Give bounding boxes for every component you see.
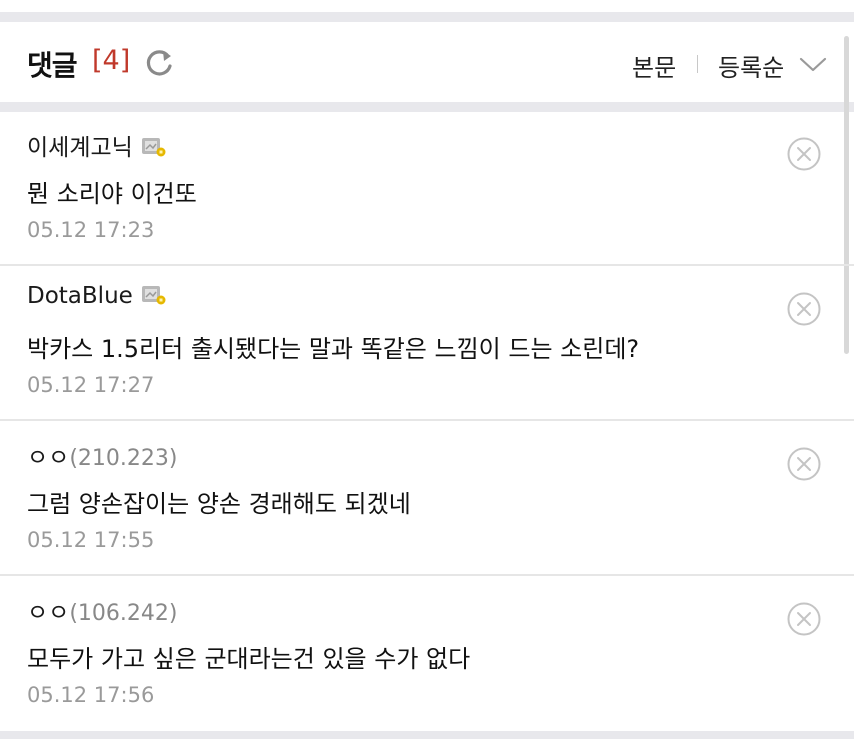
author-name: ㅇㅇ — [27, 445, 70, 471]
author-name: DotaBlue — [27, 283, 133, 309]
comment-header: 댓글 [4] 본문 등록순 — [0, 22, 854, 102]
comment-item: 이세계고닉 뭔 소리야 이건또 05.12 17:23 — [0, 112, 854, 266]
bottom-separator-band — [0, 731, 854, 739]
comment-author[interactable]: ㅇㅇ(106.242) — [27, 593, 177, 627]
comment-author[interactable]: 이세계고닉 — [27, 128, 167, 162]
comment-title: 댓글 — [27, 49, 78, 82]
comment-count: [4] — [92, 45, 131, 76]
delete-icon[interactable] — [786, 601, 822, 637]
refresh-icon[interactable] — [142, 46, 176, 80]
comment-item: DotaBlue 박카스 1.5리터 출시됐다는 말과 똑같은 느낌이 드는 소… — [0, 267, 854, 421]
comment-time: 05.12 17:23 — [27, 218, 155, 242]
delete-icon[interactable] — [786, 136, 822, 172]
comment-item: ㅇㅇ(106.242) 모두가 가고 싶은 군대라는건 있을 수가 없다 05.… — [0, 577, 854, 731]
view-post-link[interactable]: 본문 — [632, 48, 676, 83]
author-name: 이세계고닉 — [27, 135, 133, 161]
comment-text: 뭔 소리야 이건또 — [27, 180, 197, 208]
delete-icon[interactable] — [786, 291, 822, 327]
comment-time: 05.12 17:27 — [27, 373, 155, 397]
sort-order-button[interactable]: 등록순 — [718, 48, 784, 83]
comment-time: 05.12 17:56 — [27, 683, 155, 707]
member-badge-icon — [141, 285, 166, 304]
comment-text: 그럼 양손잡이는 양손 경래해도 되겠네 — [27, 490, 411, 518]
header-divider — [697, 55, 698, 73]
delete-icon[interactable] — [786, 446, 822, 482]
comment-time: 05.12 17:55 — [27, 528, 155, 552]
author-ip: (106.242) — [69, 601, 178, 626]
header-separator-band — [0, 102, 854, 112]
chevron-down-icon[interactable] — [798, 52, 828, 76]
comment-author[interactable]: DotaBlue — [27, 283, 167, 309]
comment-text: 박카스 1.5리터 출시됐다는 말과 똑같은 느낌이 드는 소린데? — [27, 335, 640, 363]
top-separator-band — [0, 12, 854, 22]
member-badge-icon — [141, 137, 166, 156]
author-ip: (210.223) — [69, 446, 178, 471]
comment-author[interactable]: ㅇㅇ(210.223) — [27, 438, 177, 472]
comment-item: ㅇㅇ(210.223) 그럼 양손잡이는 양손 경래해도 되겠네 05.12 1… — [0, 422, 854, 576]
comment-text: 모두가 가고 싶은 군대라는건 있을 수가 없다 — [27, 645, 471, 673]
author-name: ㅇㅇ — [27, 600, 70, 626]
